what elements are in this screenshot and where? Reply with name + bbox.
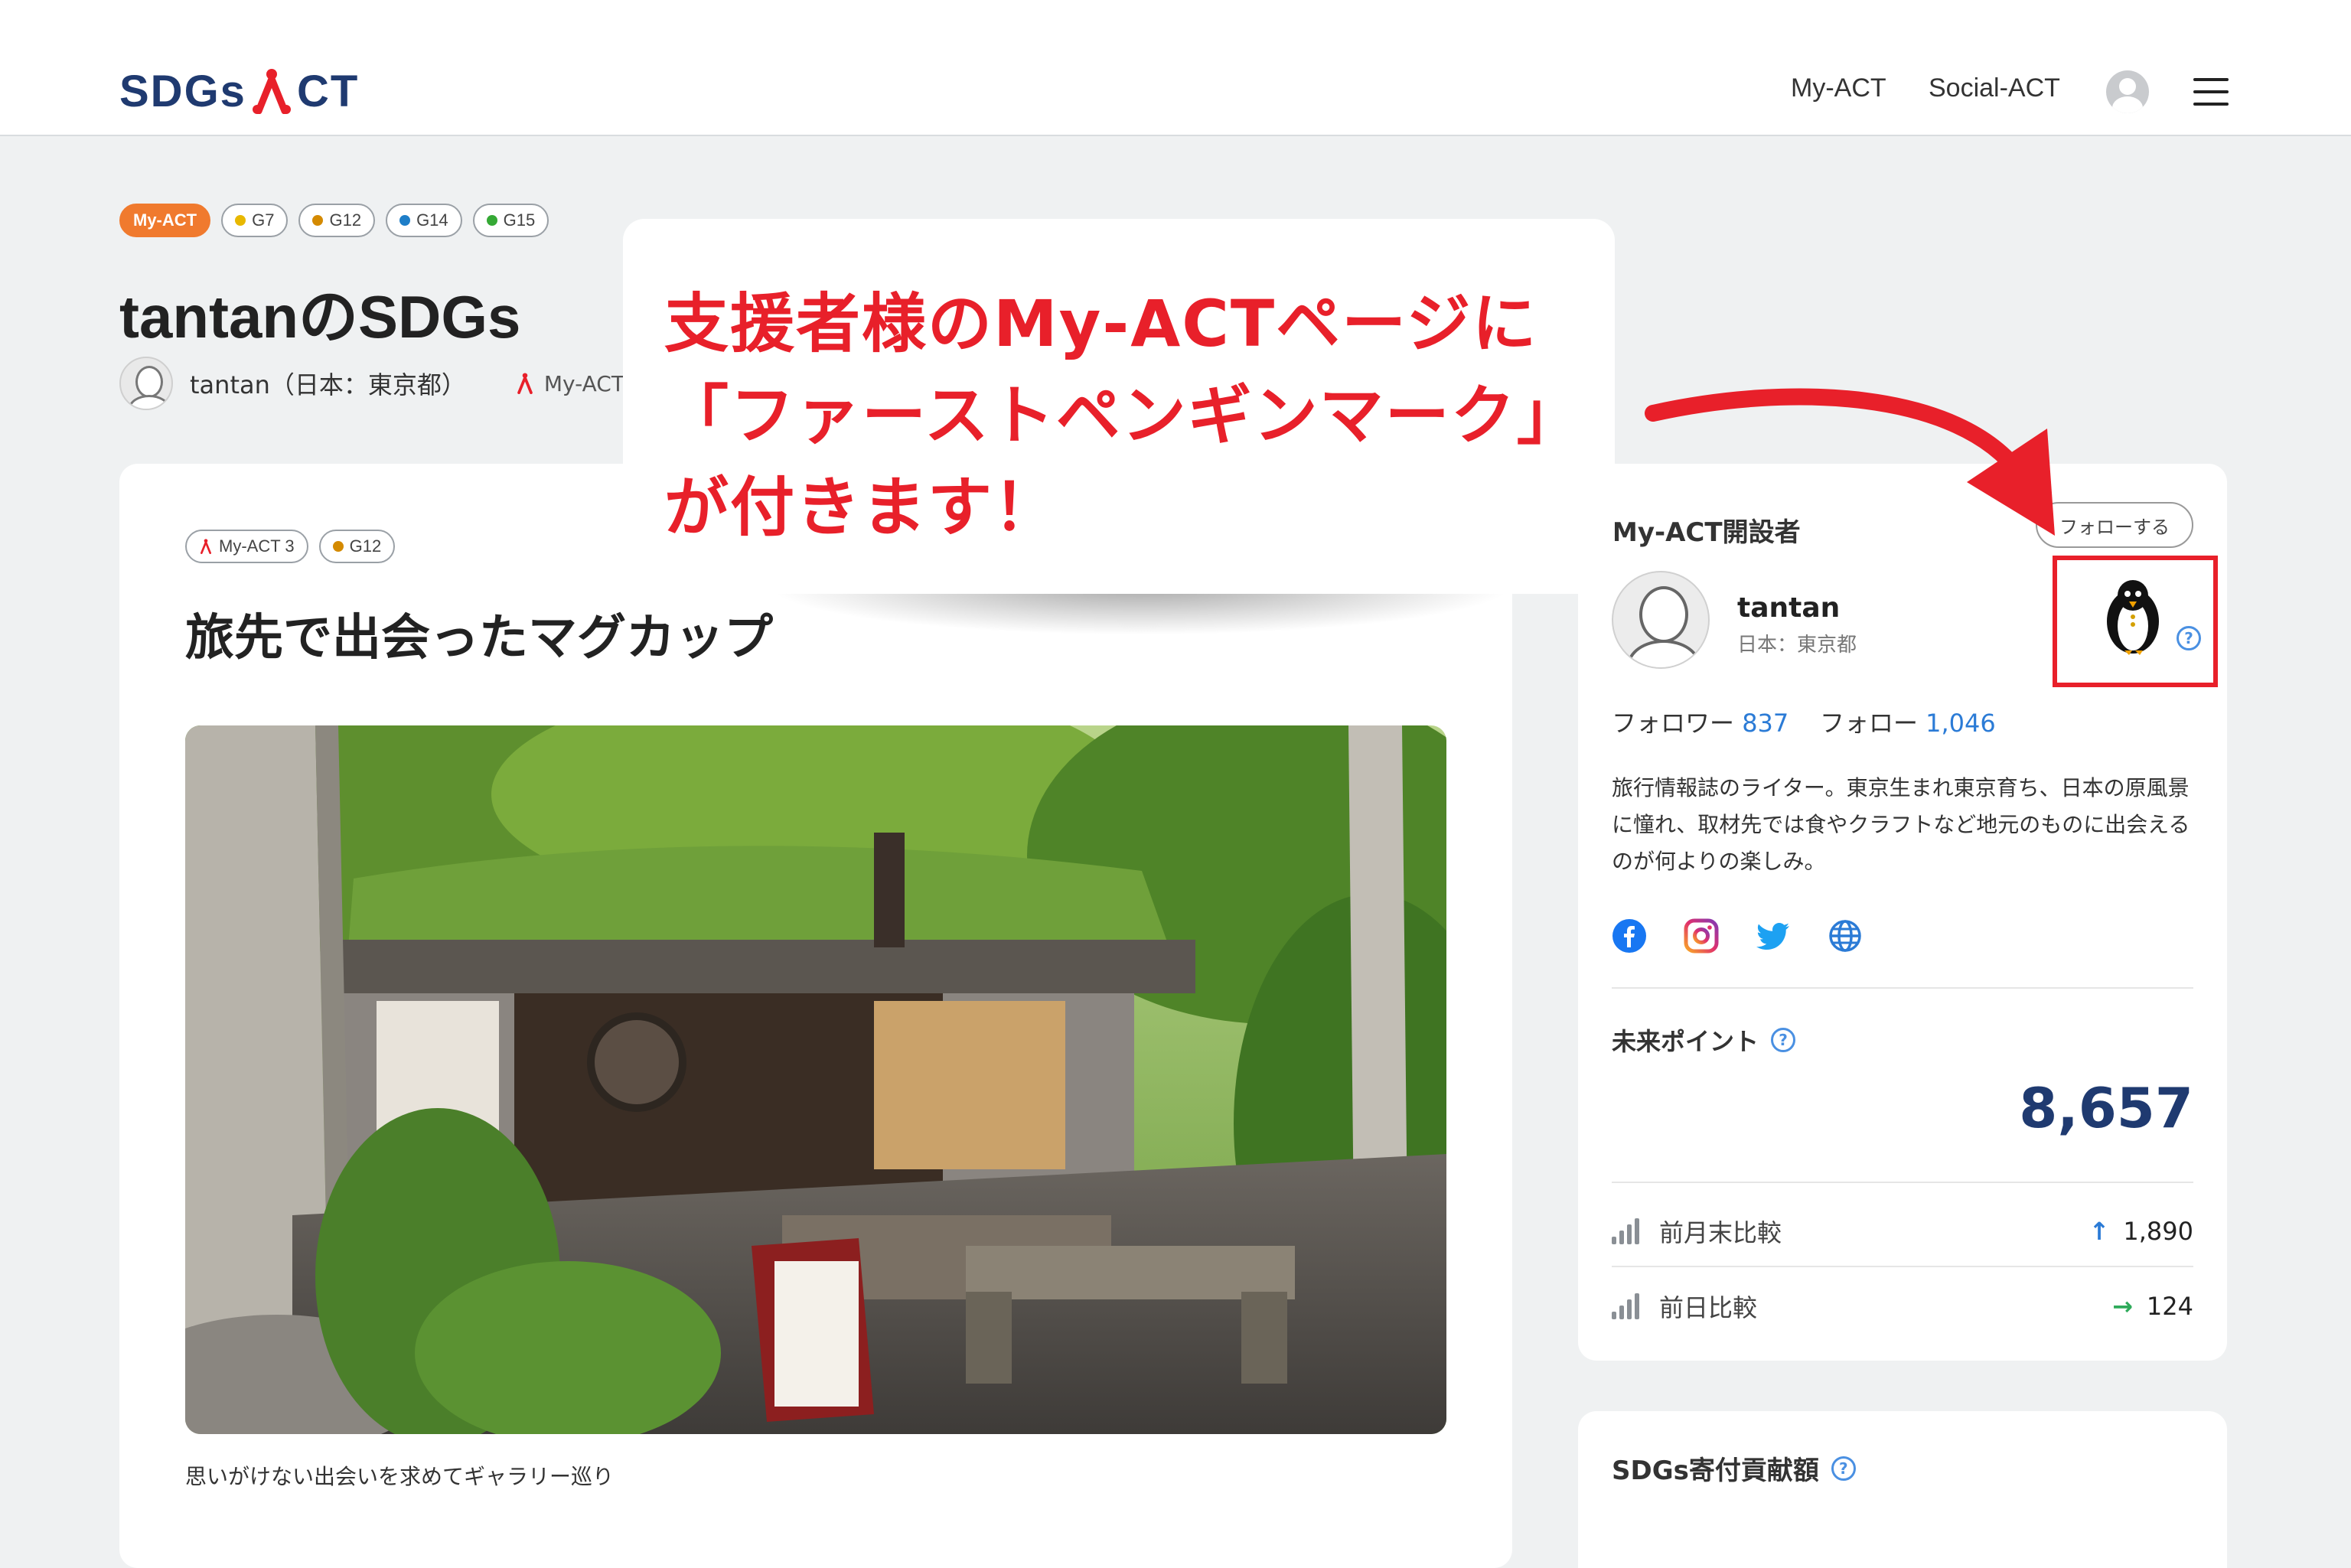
goal-dot-icon	[486, 215, 497, 226]
nav-social-act[interactable]: Social-ACT	[1929, 73, 2060, 103]
tag-g12[interactable]: G12	[298, 204, 376, 237]
divider	[1612, 987, 2193, 989]
tag-g12[interactable]: G12	[318, 530, 396, 563]
tag-label: G12	[329, 210, 362, 230]
twitter-icon[interactable]	[1756, 918, 1791, 954]
divider	[1612, 1182, 2193, 1183]
future-points-title: 未来ポイント ?	[1612, 1022, 1796, 1058]
callout-box: 支援者様のMy-ACTページに 「ファーストペンギンマーク」 が付きます！	[623, 219, 1615, 594]
tag-g15[interactable]: G15	[472, 204, 549, 237]
donation-label: SDGs寄付貢献額	[1612, 1456, 1819, 1486]
donation-help-icon[interactable]: ?	[1831, 1456, 1856, 1481]
tag-g14[interactable]: G14	[386, 204, 462, 237]
goal-dot-icon	[312, 215, 324, 226]
goal-dot-icon	[399, 215, 411, 226]
author-act-label: My-ACT	[543, 370, 624, 396]
article-tags: My-ACT 3 G12	[185, 530, 396, 563]
creator-name[interactable]: tantan	[1737, 592, 1840, 624]
stat-label: 前日比較	[1659, 1293, 1758, 1322]
stat-value: 1,890	[2123, 1217, 2193, 1246]
goal-dot-icon	[332, 541, 344, 552]
creator-avatar[interactable]	[1612, 571, 1710, 669]
act-mark-icon	[517, 373, 533, 394]
bar-chart-icon	[1612, 1293, 1644, 1319]
site-logo[interactable]: SDGs CT	[119, 64, 359, 118]
tag-g7[interactable]: G7	[221, 204, 289, 237]
logo-text-left: SDGs	[119, 66, 246, 116]
tag-label: G12	[349, 536, 382, 556]
photo-caption: 思いがけない出会いを求めてギャラリー巡り	[185, 1464, 615, 1489]
website-globe-icon[interactable]	[1828, 918, 1863, 954]
tag-my-act-3[interactable]: My-ACT 3	[185, 530, 308, 563]
author-avatar[interactable]	[119, 357, 173, 410]
creator-bio: 旅行情報誌のライター。東京生まれ東京育ち、日本の原風景に憧れ、取材先では食やクラ…	[1612, 775, 2190, 874]
author-row: tantan（日本：東京都） My-ACT	[119, 357, 624, 410]
follow-stats: フォロワー 837 フォロー 1,046	[1612, 704, 1996, 739]
stat-row-month: 前月末比較 ↑ 1,890	[1612, 1212, 2193, 1250]
tag-label: G14	[416, 210, 448, 230]
arrow-right-icon: →	[2112, 1292, 2133, 1321]
callout-line-2: 「ファーストペンギンマーク」	[664, 378, 1583, 453]
callout-line-1: 支援者様のMy-ACTページに	[664, 286, 1538, 361]
stat-label: 前月末比較	[1659, 1218, 1782, 1247]
callout-line-3: が付きます！	[664, 470, 1060, 545]
stat-row-day: 前日比較 → 124	[1612, 1287, 2193, 1325]
creator-location: 日本：東京都	[1737, 634, 1857, 657]
nav-my-act[interactable]: My-ACT	[1791, 73, 1886, 103]
arrow-up-icon: ↑	[2089, 1217, 2110, 1246]
points-help-icon[interactable]: ?	[1771, 1028, 1796, 1052]
author-act-link[interactable]: My-ACT	[515, 371, 624, 396]
followers-count[interactable]: 837	[1742, 709, 1789, 738]
divider	[1612, 1266, 2193, 1267]
following-count[interactable]: 1,046	[1925, 709, 1996, 738]
user-avatar-icon[interactable]	[2106, 70, 2149, 113]
followers-label: フォロワー	[1612, 709, 1735, 738]
future-points-label: 未来ポイント	[1612, 1027, 1759, 1056]
act-mark-icon	[201, 539, 211, 554]
facebook-icon[interactable]	[1612, 918, 1647, 954]
bar-chart-icon	[1612, 1218, 1644, 1244]
hamburger-menu-icon[interactable]	[2193, 78, 2229, 106]
goal-dot-icon	[235, 215, 246, 226]
tag-label: G15	[503, 210, 536, 230]
logo-mark-icon	[252, 69, 291, 114]
callout-arrow-icon	[1645, 388, 2055, 536]
stat-value: 124	[2146, 1292, 2193, 1321]
page-title: tantanのSDGs	[119, 283, 521, 350]
penguin-highlight-box	[2053, 556, 2218, 687]
tag-my-act[interactable]: My-ACT	[119, 204, 211, 237]
instagram-icon[interactable]	[1684, 918, 1719, 954]
logo-text-right: CT	[296, 66, 360, 116]
future-points-value: 8,657	[2019, 1076, 2193, 1140]
tag-label: My-ACT 3	[219, 536, 295, 556]
site-header: SDGs CT My-ACT Social-ACT	[0, 0, 2351, 136]
donation-title: SDGs寄付貢献額 ?	[1612, 1449, 1856, 1487]
following-label: フォロー	[1819, 709, 1918, 738]
author-name[interactable]: tantan（日本：東京都）	[190, 366, 466, 401]
social-links	[1612, 918, 1863, 954]
article-photo[interactable]	[185, 725, 1446, 1434]
page-tags: My-ACT G7 G12 G14 G15	[119, 204, 549, 237]
donation-card: SDGs寄付貢献額 ?	[1578, 1411, 2227, 1568]
article-title: 旅先で出会ったマグカップ	[185, 610, 773, 665]
tag-label: G7	[252, 210, 275, 230]
